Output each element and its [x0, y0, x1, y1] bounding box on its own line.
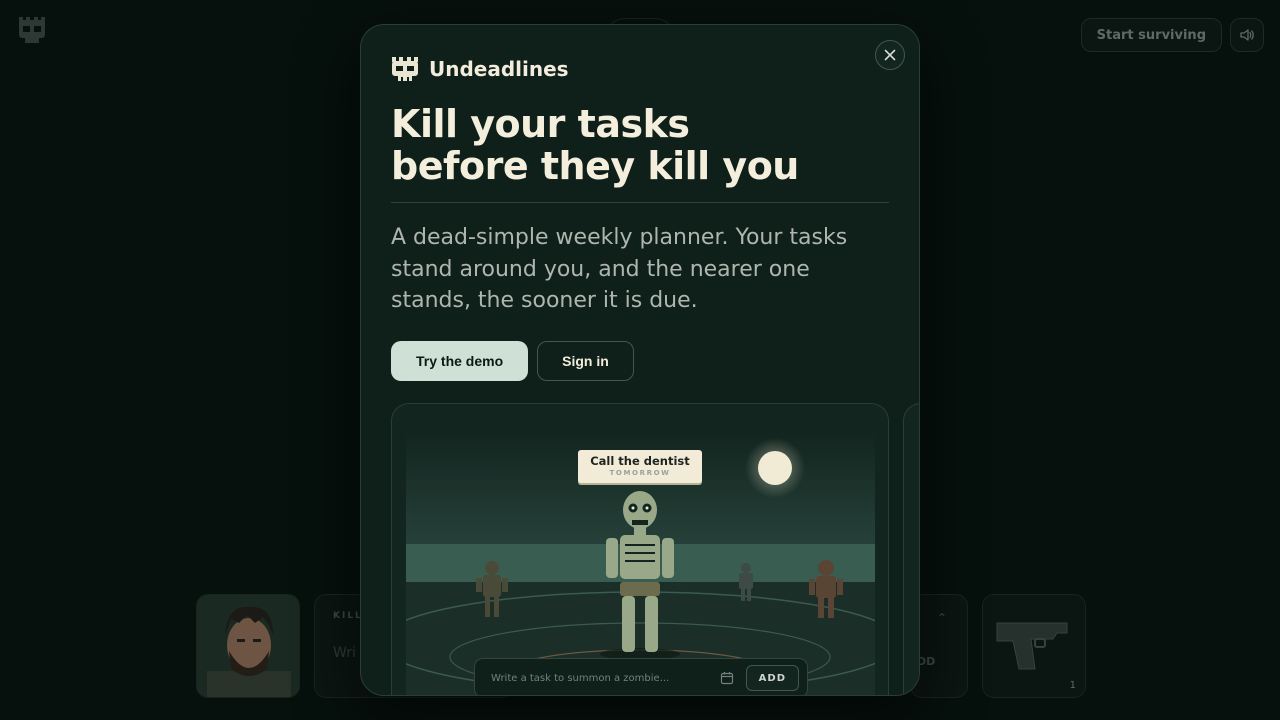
task-title: Call the dentist — [590, 454, 690, 468]
try-demo-button[interactable]: Try the demo — [391, 341, 529, 381]
close-icon — [884, 49, 896, 61]
add-task-button[interactable]: ADD — [745, 665, 799, 691]
headline-line-2: before they kill you — [391, 144, 799, 188]
tagline: A dead-simple weekly planner. Your tasks… — [391, 225, 848, 313]
sign-in-button[interactable]: Sign in — [537, 341, 634, 381]
brand-name: Undeadlines — [429, 57, 569, 81]
welcome-modal: Undeadlines Kill your tasks before they … — [360, 24, 920, 696]
skull-icon — [392, 57, 418, 81]
headline-line-1: Kill your tasks — [391, 102, 690, 146]
preview-card[interactable]: Call the dentist TOMORROW ADD — [391, 403, 889, 695]
calendar-icon[interactable] — [720, 670, 736, 686]
close-button[interactable] — [875, 40, 905, 70]
brand: Undeadlines — [391, 56, 569, 82]
weapon-card[interactable]: 1 — [982, 594, 1086, 698]
headline: Kill your tasks before they kill you — [391, 103, 891, 187]
task-due-date: TOMORROW — [609, 469, 671, 477]
skull-logo-icon[interactable] — [16, 14, 48, 46]
sound-toggle-button[interactable] — [1230, 18, 1264, 52]
task-composer: ADD — [474, 658, 808, 695]
speaker-icon — [1240, 29, 1254, 41]
ammo-count: 1 — [1069, 680, 1076, 691]
divider — [391, 202, 889, 203]
task-label[interactable]: Call the dentist TOMORROW — [578, 450, 702, 483]
start-surviving-button[interactable]: Start surviving — [1080, 18, 1222, 52]
next-preview-card[interactable] — [903, 403, 919, 695]
player-avatar — [196, 594, 300, 698]
task-input[interactable] — [491, 672, 720, 684]
chevron-up-icon[interactable]: ⌃ — [937, 611, 947, 625]
